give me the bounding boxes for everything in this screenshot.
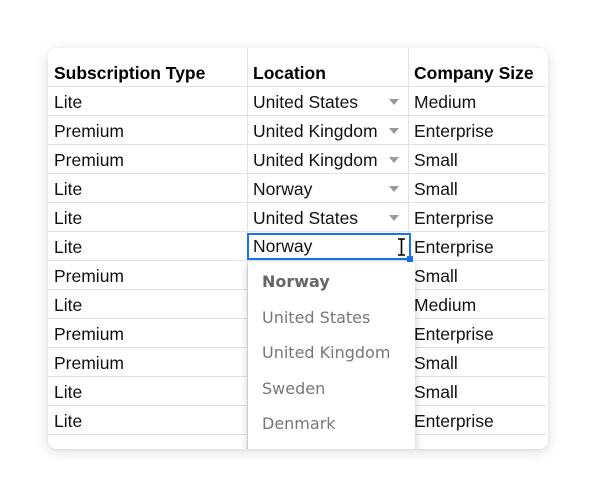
active-cell-editor[interactable]: Norway bbox=[247, 233, 411, 260]
table-row: Premium United Kingdom Enterprise bbox=[48, 116, 546, 145]
cell-subscription-type[interactable]: Premium bbox=[54, 145, 124, 173]
header-company-size[interactable]: Company Size bbox=[414, 58, 534, 86]
cell-location[interactable]: United States bbox=[253, 203, 358, 231]
dropdown-arrow-icon[interactable] bbox=[389, 99, 399, 105]
header-row: Subscription Type Location Company Size bbox=[48, 58, 546, 87]
cell-company-size[interactable]: Medium bbox=[414, 87, 476, 115]
active-cell-value[interactable]: Norway bbox=[253, 235, 312, 258]
cell-subscription-type[interactable]: Premium bbox=[54, 116, 124, 144]
cell-company-size[interactable]: Enterprise bbox=[414, 319, 494, 347]
cell-subscription-type[interactable]: Lite bbox=[54, 174, 82, 202]
cell-subscription-type[interactable]: Premium bbox=[54, 319, 124, 347]
cell-subscription-type[interactable]: Premium bbox=[54, 348, 124, 376]
dropdown-option[interactable]: Sweden bbox=[262, 379, 325, 398]
cell-subscription-type[interactable]: Lite bbox=[54, 203, 82, 231]
table-row: Lite United States Medium bbox=[48, 87, 546, 116]
cell-location[interactable]: Norway bbox=[253, 174, 312, 202]
cell-company-size[interactable]: Medium bbox=[414, 290, 476, 318]
cell-company-size[interactable]: Small bbox=[414, 174, 458, 202]
cell-location[interactable]: United Kingdom bbox=[253, 116, 378, 144]
cell-subscription-type[interactable]: Premium bbox=[54, 261, 124, 289]
header-subscription-type[interactable]: Subscription Type bbox=[54, 58, 205, 86]
dropdown-arrow-icon[interactable] bbox=[389, 128, 399, 134]
dropdown-option-selected[interactable]: Norway bbox=[262, 272, 330, 291]
cell-subscription-type[interactable]: Lite bbox=[54, 406, 82, 434]
cell-company-size[interactable]: Small bbox=[414, 145, 458, 173]
table-row: Lite United States Enterprise bbox=[48, 203, 546, 232]
cell-company-size[interactable]: Enterprise bbox=[414, 406, 494, 434]
location-dropdown-menu: Norway United States United Kingdom Swed… bbox=[248, 262, 415, 449]
dropdown-option[interactable]: Denmark bbox=[262, 414, 336, 433]
table-row: Premium United Kingdom Small bbox=[48, 145, 546, 174]
dropdown-arrow-icon[interactable] bbox=[389, 215, 399, 221]
cell-company-size[interactable]: Enterprise bbox=[414, 203, 494, 231]
dropdown-option[interactable]: United States bbox=[262, 308, 370, 327]
cell-subscription-type[interactable]: Lite bbox=[54, 232, 82, 260]
spreadsheet-table: Subscription Type Location Company Size … bbox=[48, 48, 548, 449]
cell-company-size[interactable]: Small bbox=[414, 348, 458, 376]
text-cursor-icon bbox=[398, 238, 405, 256]
cell-subscription-type[interactable]: Lite bbox=[54, 377, 82, 405]
dropdown-arrow-icon[interactable] bbox=[389, 186, 399, 192]
cell-location[interactable]: United Kingdom bbox=[253, 145, 378, 173]
cell-company-size[interactable]: Small bbox=[414, 261, 458, 289]
cell-subscription-type[interactable]: Lite bbox=[54, 290, 82, 318]
header-location[interactable]: Location bbox=[253, 58, 326, 86]
dropdown-option[interactable]: United Kingdom bbox=[262, 343, 390, 362]
cell-subscription-type[interactable]: Lite bbox=[54, 87, 82, 115]
cell-company-size[interactable]: Small bbox=[414, 377, 458, 405]
cell-location[interactable]: United States bbox=[253, 87, 358, 115]
cell-company-size[interactable]: Enterprise bbox=[414, 232, 494, 260]
table-row: Lite Norway Small bbox=[48, 174, 546, 203]
cell-company-size[interactable]: Enterprise bbox=[414, 116, 494, 144]
dropdown-arrow-icon[interactable] bbox=[389, 157, 399, 163]
